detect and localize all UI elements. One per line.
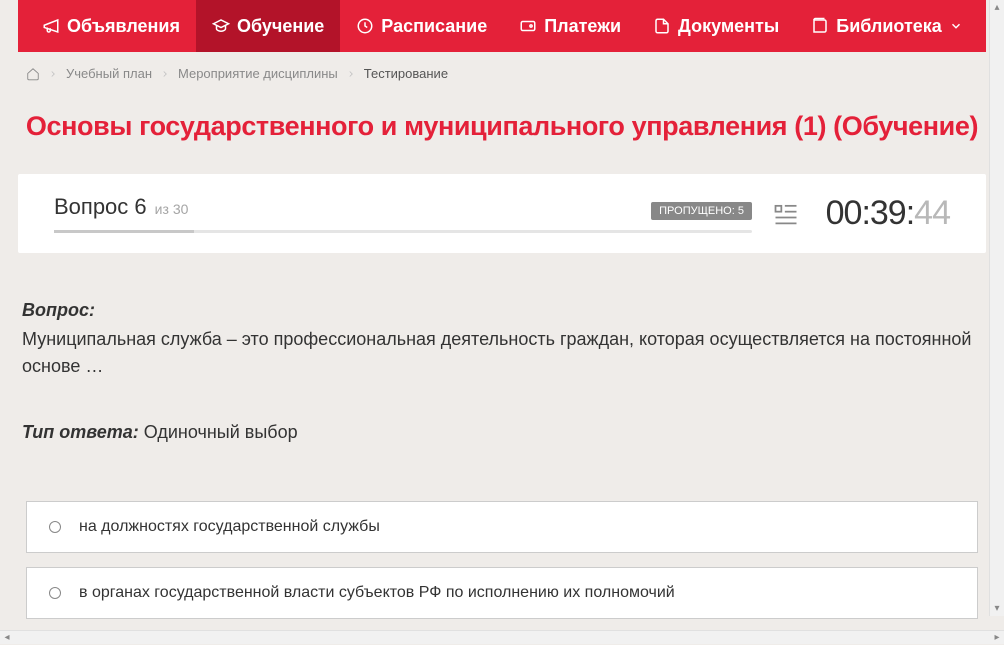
answer-option[interactable]: в органах государственной власти субъект… — [26, 567, 978, 619]
page-title: Основы государственного и муниципального… — [18, 93, 986, 174]
document-icon — [653, 17, 671, 35]
question-header: Вопрос 6 из 30 ПРОПУЩЕНО: 5 00:39:44 — [18, 174, 986, 253]
nav-item-documents[interactable]: Документы — [637, 0, 795, 52]
answer-type-label: Тип ответа: — [22, 422, 139, 442]
nav-label: Платежи — [544, 16, 621, 37]
breadcrumb: Учебный план Мероприятие дисциплины Тест… — [18, 52, 986, 93]
scroll-up-arrow[interactable]: ▴ — [990, 0, 1004, 15]
question-text: Муниципальная служба – это профессиональ… — [22, 326, 982, 380]
nav-label: Объявления — [67, 16, 180, 37]
nav-item-payments[interactable]: Платежи — [503, 0, 637, 52]
vertical-scrollbar[interactable]: ▴ ▾ — [989, 0, 1004, 616]
breadcrumb-current: Тестирование — [364, 66, 448, 81]
graduation-icon — [212, 17, 230, 35]
question-number-label: Вопрос 6 — [54, 194, 147, 220]
skipped-badge: ПРОПУЩЕНО: 5 — [651, 202, 752, 220]
nav-label: Документы — [678, 16, 779, 37]
answer-text: на должностях государственной службы — [79, 518, 380, 536]
breadcrumb-link[interactable]: Мероприятие дисциплины — [178, 66, 338, 81]
answer-option[interactable]: на должностях государственной службы — [26, 501, 978, 553]
chevron-right-icon — [160, 69, 170, 79]
answer-text: в органах государственной власти субъект… — [79, 584, 675, 602]
nav-label: Библиотека — [836, 16, 942, 37]
home-icon[interactable] — [26, 67, 40, 81]
chevron-down-icon — [949, 19, 963, 33]
answers-list: на должностях государственной службы в о… — [18, 501, 986, 630]
timer: 00:39:44 — [820, 194, 950, 233]
nav-item-announcements[interactable]: Объявления — [26, 0, 196, 52]
chevron-right-icon — [48, 69, 58, 79]
clock-icon — [356, 17, 374, 35]
radio-icon — [49, 521, 61, 533]
megaphone-icon — [42, 17, 60, 35]
wallet-icon — [519, 17, 537, 35]
scroll-left-arrow[interactable]: ◂ — [0, 631, 14, 645]
question-list-icon[interactable] — [772, 200, 800, 228]
nav-item-library[interactable]: Библиотека — [795, 0, 979, 52]
scroll-down-arrow[interactable]: ▾ — [990, 601, 1004, 616]
question-total-label: из 30 — [155, 201, 189, 217]
horizontal-scrollbar[interactable]: ◂ ▸ — [0, 630, 1004, 644]
radio-icon — [49, 587, 61, 599]
main-navbar: Объявления Обучение Расписание Платежи Д… — [18, 0, 986, 52]
question-label: Вопрос: — [22, 297, 982, 324]
nav-item-education[interactable]: Обучение — [196, 0, 340, 52]
breadcrumb-link[interactable]: Учебный план — [66, 66, 152, 81]
nav-label: Обучение — [237, 16, 324, 37]
question-block: Вопрос: Муниципальная служба – это профе… — [18, 297, 986, 380]
book-icon — [811, 17, 829, 35]
nav-item-schedule[interactable]: Расписание — [340, 0, 503, 52]
nav-label: Расписание — [381, 16, 487, 37]
chevron-right-icon — [346, 69, 356, 79]
scroll-right-arrow[interactable]: ▸ — [990, 631, 1004, 645]
progress-bar — [54, 230, 752, 233]
answer-type-value: Одиночный выбор — [144, 422, 298, 442]
answer-type-block: Тип ответа: Одиночный выбор — [18, 422, 986, 443]
